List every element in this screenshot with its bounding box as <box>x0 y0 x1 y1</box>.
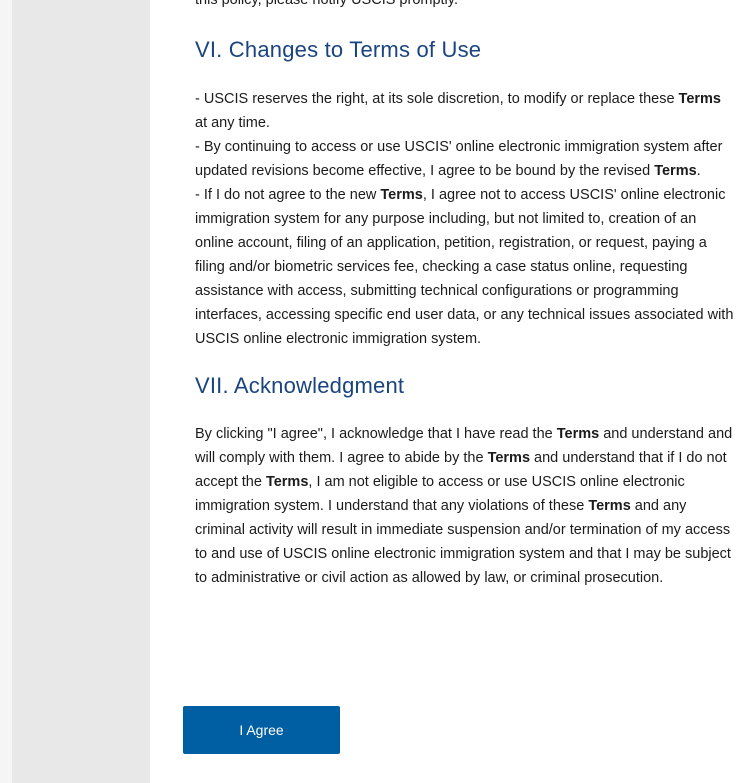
paragraph-continued-use: - By continuing to access or use USCIS' … <box>195 139 723 179</box>
left-margin <box>0 0 12 783</box>
section-heading-acknowledgment: VII. Acknowledgment <box>195 373 405 398</box>
paragraph-non-agreement: - If I do not agree to the new Terms, I … <box>195 187 734 347</box>
terms-panel: this policy, please notify USCIS promptl… <box>150 0 754 783</box>
section-body-acknowledgment: By clicking "I agree", I acknowledge tha… <box>195 422 734 590</box>
paragraph-acknowledgment: By clicking "I agree", I acknowledge tha… <box>195 426 733 586</box>
paragraph-reserve-right: - USCIS reserves the right, at its sole … <box>195 91 721 131</box>
previous-section-tail: this policy, please notify USCIS promptl… <box>195 0 734 12</box>
section-heading-changes: VI. Changes to Terms of Use <box>195 37 482 62</box>
section-body-changes: - USCIS reserves the right, at its sole … <box>195 87 734 351</box>
i-agree-button[interactable]: I Agree <box>183 706 340 754</box>
cutoff-text: this policy, please notify USCIS promptl… <box>195 0 458 8</box>
